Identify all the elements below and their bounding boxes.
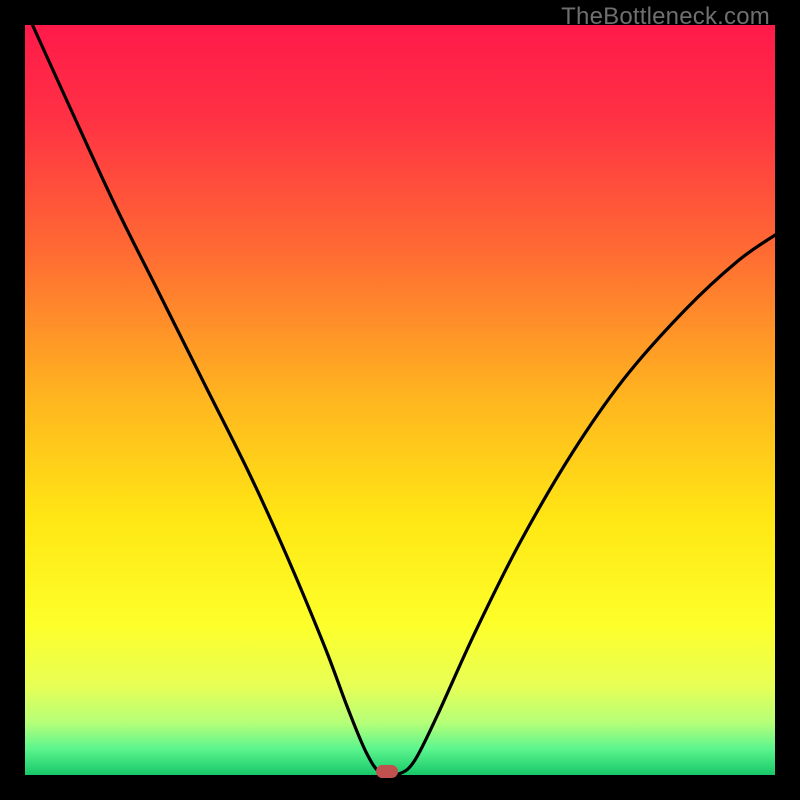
- curve-layer: [25, 25, 775, 775]
- bottleneck-curve: [33, 25, 776, 775]
- chart-frame: [25, 25, 775, 775]
- bottleneck-marker: [376, 765, 398, 778]
- watermark-text: TheBottleneck.com: [561, 3, 770, 31]
